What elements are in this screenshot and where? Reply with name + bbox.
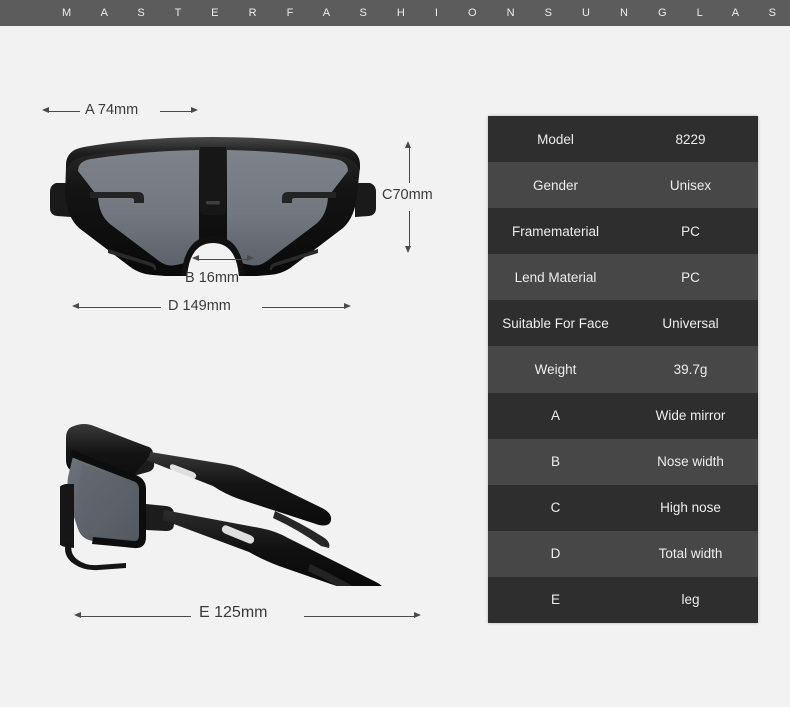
spec-name: Suitable For Face — [502, 315, 609, 331]
brand-banner-text: M A S T E R F A S H I O N S U N G L A S … — [62, 7, 790, 19]
spec-value: Unisex — [669, 177, 712, 193]
spec-name: B — [550, 454, 560, 470]
dimension-d-label: D 149mm — [168, 298, 231, 314]
table-row: D Total width — [488, 530, 758, 577]
dimension-c-line-top — [408, 148, 410, 183]
arrow-left-icon — [42, 107, 49, 113]
table-row: Suitable For Face Universal — [488, 300, 758, 347]
spec-name: E — [550, 592, 560, 608]
table-row: Model 8229 — [488, 116, 758, 163]
table-row: C High nose — [488, 484, 758, 531]
table-row: Lend Material PC — [488, 254, 758, 301]
spec-value: PC — [681, 269, 700, 285]
sunglasses-front-view — [48, 131, 378, 278]
dimension-b-label: B 16mm — [185, 270, 239, 286]
dimension-a-line-right — [160, 110, 191, 112]
dimension-e-line-left — [81, 615, 191, 617]
spec-value: Universal — [662, 315, 719, 331]
table-row: Framematerial PC — [488, 208, 758, 255]
dimension-a-label: A 74mm — [85, 102, 139, 118]
spec-name: D — [550, 546, 561, 562]
arrow-right-icon — [414, 612, 421, 618]
table-row: Gender Unisex — [488, 162, 758, 209]
spec-value: leg — [681, 592, 700, 608]
arrow-down-icon — [405, 246, 411, 253]
dimension-e-line-right — [304, 615, 414, 617]
product-illustration-panel: A 74mm C70mm B 16mm D 149mm E 125mm — [0, 26, 470, 707]
spec-value: Wide mirror — [655, 408, 726, 424]
bridge-detail-notch — [206, 201, 220, 205]
table-row: Weight 39.7g — [488, 346, 758, 393]
spec-name: Framematerial — [511, 223, 600, 239]
spec-value: Total width — [658, 546, 723, 562]
arrow-right-icon — [191, 107, 198, 113]
dimension-e-label: E 125mm — [199, 604, 268, 621]
arrow-right-icon — [247, 255, 254, 261]
spec-value: Nose width — [657, 454, 724, 470]
spec-name: Weight — [534, 362, 577, 378]
spec-value: 39.7g — [673, 362, 708, 378]
dimension-b-line — [199, 258, 247, 260]
spec-value: 8229 — [675, 131, 706, 147]
arrow-left-icon — [72, 303, 79, 309]
table-row: B Nose width — [488, 438, 758, 485]
temple-stub-right — [355, 183, 376, 217]
arrow-right-icon — [344, 303, 351, 309]
arrow-left-icon — [74, 612, 81, 618]
dimension-c-line-bottom — [408, 211, 410, 246]
temple-arm-lower — [163, 510, 385, 599]
spec-name: Model — [537, 131, 574, 147]
table-row: A Wide mirror — [488, 392, 758, 439]
dimension-d-line-right — [262, 306, 344, 308]
sunglasses-side-view — [57, 406, 420, 605]
spec-value: PC — [681, 223, 700, 239]
spec-name: C — [550, 500, 561, 516]
spec-name: Lend Material — [514, 269, 597, 285]
dimension-a-line-left — [49, 110, 80, 112]
arrow-up-icon — [405, 141, 411, 148]
spec-name: Gender — [532, 177, 579, 193]
dimension-c-label: C70mm — [382, 187, 433, 203]
spec-name: A — [550, 408, 560, 424]
center-bridge-bar — [200, 147, 226, 215]
brand-banner: M A S T E R F A S H I O N S U N G L A S … — [0, 0, 790, 26]
arrow-left-icon — [192, 255, 199, 261]
nose-pad-arm — [57, 484, 74, 548]
specification-table: Model 8229 Gender Unisex Framematerial P… — [488, 116, 758, 624]
dimension-d-line-left — [79, 306, 161, 308]
table-row: E leg — [488, 576, 758, 624]
spec-value: High nose — [660, 500, 721, 516]
